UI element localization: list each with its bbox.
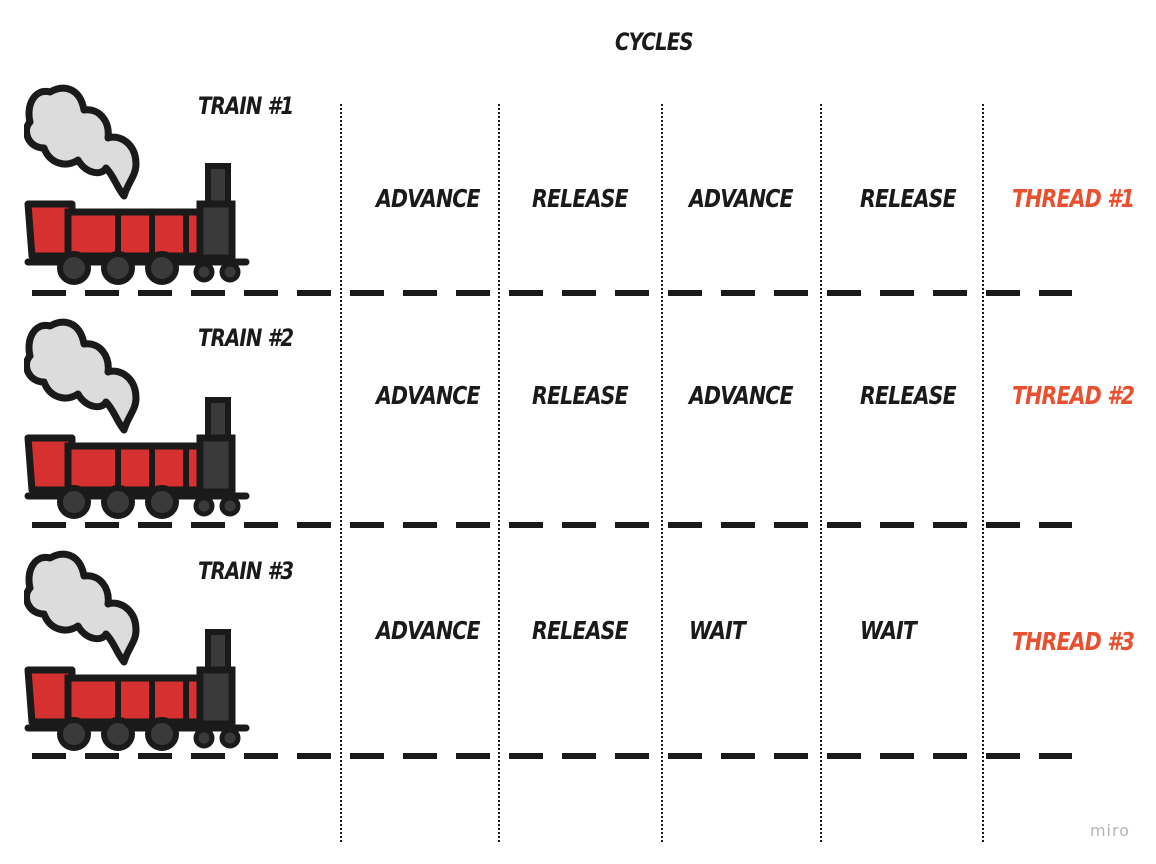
column-divider: [340, 104, 342, 842]
cycle-cell: ADVANCE: [376, 184, 481, 213]
thread-label: THREAD #2: [1012, 381, 1135, 410]
track-line: [32, 522, 1072, 528]
column-divider: [982, 104, 984, 842]
train-label: TRAIN #2: [198, 324, 294, 352]
thread-label: THREAD #1: [1012, 184, 1135, 213]
cycle-cell: WAIT: [689, 616, 746, 645]
miro-watermark: miro: [1089, 821, 1130, 840]
cycle-cell: ADVANCE: [376, 381, 481, 410]
cycle-cell: RELEASE: [860, 381, 957, 410]
diagram-title: CYCLES: [615, 28, 693, 56]
train-label: TRAIN #3: [198, 557, 294, 585]
cycle-cell: ADVANCE: [689, 184, 794, 213]
cycle-cell: ADVANCE: [376, 616, 481, 645]
cycle-cell: RELEASE: [532, 381, 629, 410]
cycle-cell: RELEASE: [860, 184, 957, 213]
column-divider: [661, 104, 663, 842]
cycle-cell: RELEASE: [532, 616, 629, 645]
column-divider: [498, 104, 500, 842]
column-divider: [820, 104, 822, 842]
cycle-cell: WAIT: [860, 616, 917, 645]
cycle-cell: RELEASE: [532, 184, 629, 213]
thread-label: THREAD #3: [1012, 627, 1135, 656]
cycle-cell: ADVANCE: [689, 381, 794, 410]
train-label: TRAIN #1: [198, 92, 294, 120]
track-line: [32, 290, 1072, 296]
